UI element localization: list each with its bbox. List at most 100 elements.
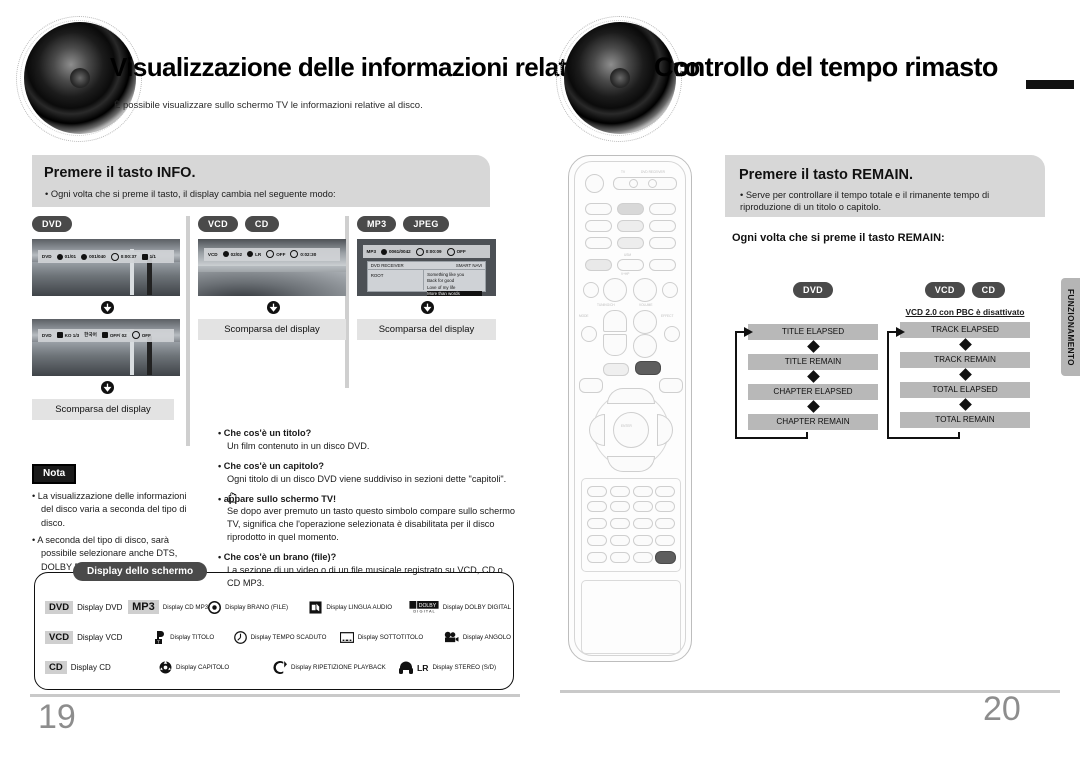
key-5[interactable]	[610, 501, 630, 512]
vcd-flow-column: VCD CD VCD 02/02 LR OFF 0:02:30 Scompars…	[198, 216, 348, 340]
clock-icon	[290, 250, 299, 259]
legend-label: Display ANGOLO	[462, 633, 511, 641]
remote-control: TV DVD RECEIVER USM V+HP TUNING/CH VOLUM…	[568, 155, 692, 662]
info-title-prefix: Premere il tasto	[44, 165, 157, 181]
menu-button[interactable]	[603, 363, 629, 376]
track-disc-icon	[208, 600, 222, 614]
next-button[interactable]	[662, 282, 678, 298]
header-rule	[1026, 80, 1074, 89]
key-9[interactable]	[633, 518, 653, 529]
osd-title-item: 01/01	[56, 253, 76, 260]
enter-button[interactable]	[613, 412, 649, 448]
mp3-pill-row: MP3 JPEG	[357, 216, 497, 232]
tuning-ch-label: TUNING/CH	[597, 303, 615, 307]
track-disc-icon	[222, 251, 229, 258]
volume-down-button[interactable]	[633, 334, 657, 358]
legend-label: Display STEREO (S/D)	[432, 664, 497, 671]
tv-label: TV	[621, 170, 626, 174]
dpad-up[interactable]	[607, 388, 655, 404]
key-tone-button[interactable]	[655, 486, 675, 497]
osd-repeat-item: OFF	[266, 250, 285, 259]
sound-edit-button[interactable]	[655, 501, 675, 512]
nota-tag: Nota	[32, 464, 77, 484]
usm-label: USM	[624, 253, 632, 257]
mode-button[interactable]	[649, 203, 676, 215]
legend-tag: Display dello schermo	[73, 562, 208, 581]
page-subtitle: È possibile visualizzare sullo schermo T…	[114, 100, 423, 111]
vanish-label-vcd: Scomparsa del display	[198, 318, 346, 340]
remain-panel-bullet: • Serve per controllare il tempo totale …	[740, 190, 990, 213]
left-header: Visualizzazione delle informazioni relat…	[14, 16, 700, 142]
key-2[interactable]	[610, 486, 630, 497]
tuner-band-button[interactable]	[617, 220, 644, 232]
legend-item-mp3: MP3 Display CD MP3	[128, 600, 208, 614]
play-pause-button[interactable]	[633, 278, 657, 302]
sleep-button[interactable]	[587, 535, 607, 546]
key-0[interactable]	[610, 535, 630, 546]
mp3-track-item-selected[interactable]: More than words	[427, 291, 483, 296]
mp3-track-item[interactable]: Something like you	[427, 272, 482, 279]
tv-video-button[interactable]	[617, 203, 644, 215]
tuner-memory-button[interactable]	[655, 518, 675, 529]
repeat-icon	[446, 247, 455, 256]
source-dvd-dot[interactable]	[648, 179, 657, 188]
mp3-track-item[interactable]: Love of my life	[427, 285, 482, 292]
dvd-pill-row: DVD	[32, 216, 182, 232]
mp3-folder-pane[interactable]: ROOT	[368, 269, 425, 290]
remain-button[interactable]	[655, 551, 676, 564]
clock-icon	[415, 247, 424, 256]
previous-button[interactable]	[583, 282, 599, 298]
source-tv-dot[interactable]	[629, 179, 638, 188]
source-slider[interactable]	[613, 177, 677, 190]
movie-button[interactable]	[649, 259, 676, 271]
mic-button[interactable]	[585, 237, 612, 249]
ex-view-button[interactable]	[610, 552, 630, 563]
osd-chapter-item: 001/040	[81, 253, 106, 260]
dvd-button[interactable]	[585, 220, 612, 232]
sound-mode-button[interactable]	[581, 326, 597, 342]
info-button[interactable]	[659, 378, 683, 393]
vanish-label-dvd: Scomparsa del display	[32, 398, 174, 420]
key-7[interactable]	[587, 518, 607, 529]
pill-jpeg: JPEG	[403, 216, 449, 232]
osd-audio-language-item: KO 1/3	[56, 332, 79, 339]
zoom-button[interactable]	[655, 535, 675, 546]
slow-mode-button[interactable]	[617, 237, 644, 249]
mp3-browser-title: DVD RECEIVER	[370, 262, 404, 268]
key-1[interactable]	[587, 486, 607, 497]
osd-subtitle-item: OFF/ 02	[101, 332, 127, 339]
column-divider-1	[186, 216, 190, 446]
hand-forbidden-icon	[228, 491, 237, 503]
aux-button[interactable]	[649, 220, 676, 232]
volume-up-button[interactable]	[633, 310, 657, 334]
legend-label: Display TEMPO SCADUTO	[250, 633, 327, 641]
mp3-root-folder[interactable]: ROOT	[371, 273, 384, 278]
open-close-button[interactable]	[585, 203, 612, 215]
mp3-browser: DVD RECEIVER SMART NAVI ROOT Something l…	[366, 260, 487, 296]
music-button[interactable]	[617, 259, 644, 271]
logo-button[interactable]	[587, 552, 607, 563]
cancel-button[interactable]	[633, 535, 653, 546]
key-6[interactable]	[633, 501, 653, 512]
power-button[interactable]	[585, 174, 604, 193]
return-button[interactable]	[579, 378, 603, 393]
left-footer-rule	[30, 694, 520, 697]
tuning-up-button[interactable]	[603, 310, 627, 332]
mp3-flow-column: MP3 JPEG MP3 0061/0042 0:00:09 OFF DVD R…	[357, 216, 497, 340]
remain-button-highlight-top[interactable]	[635, 361, 661, 375]
flipper-button[interactable]	[585, 259, 612, 271]
mp3-track-item[interactable]: Back for good	[427, 278, 482, 285]
key-8[interactable]	[610, 518, 630, 529]
sound-effect-button[interactable]	[664, 326, 680, 342]
stop-button[interactable]	[603, 278, 627, 302]
camera-angle-icon	[444, 631, 459, 642]
tuning-down-button[interactable]	[603, 334, 627, 356]
legend-item-repeat: Display RIPETIZIONE PLAYBACK	[273, 661, 399, 674]
subtitle-button[interactable]	[649, 237, 676, 249]
mp3-track-list[interactable]: Something like you Back for good Love of…	[424, 270, 485, 296]
key-3[interactable]	[633, 486, 653, 497]
osd-disc-type: VCD	[207, 251, 218, 257]
subwoofer-button[interactable]	[633, 552, 653, 563]
pill-vcd: VCD	[924, 282, 965, 298]
key-4[interactable]	[587, 501, 607, 512]
